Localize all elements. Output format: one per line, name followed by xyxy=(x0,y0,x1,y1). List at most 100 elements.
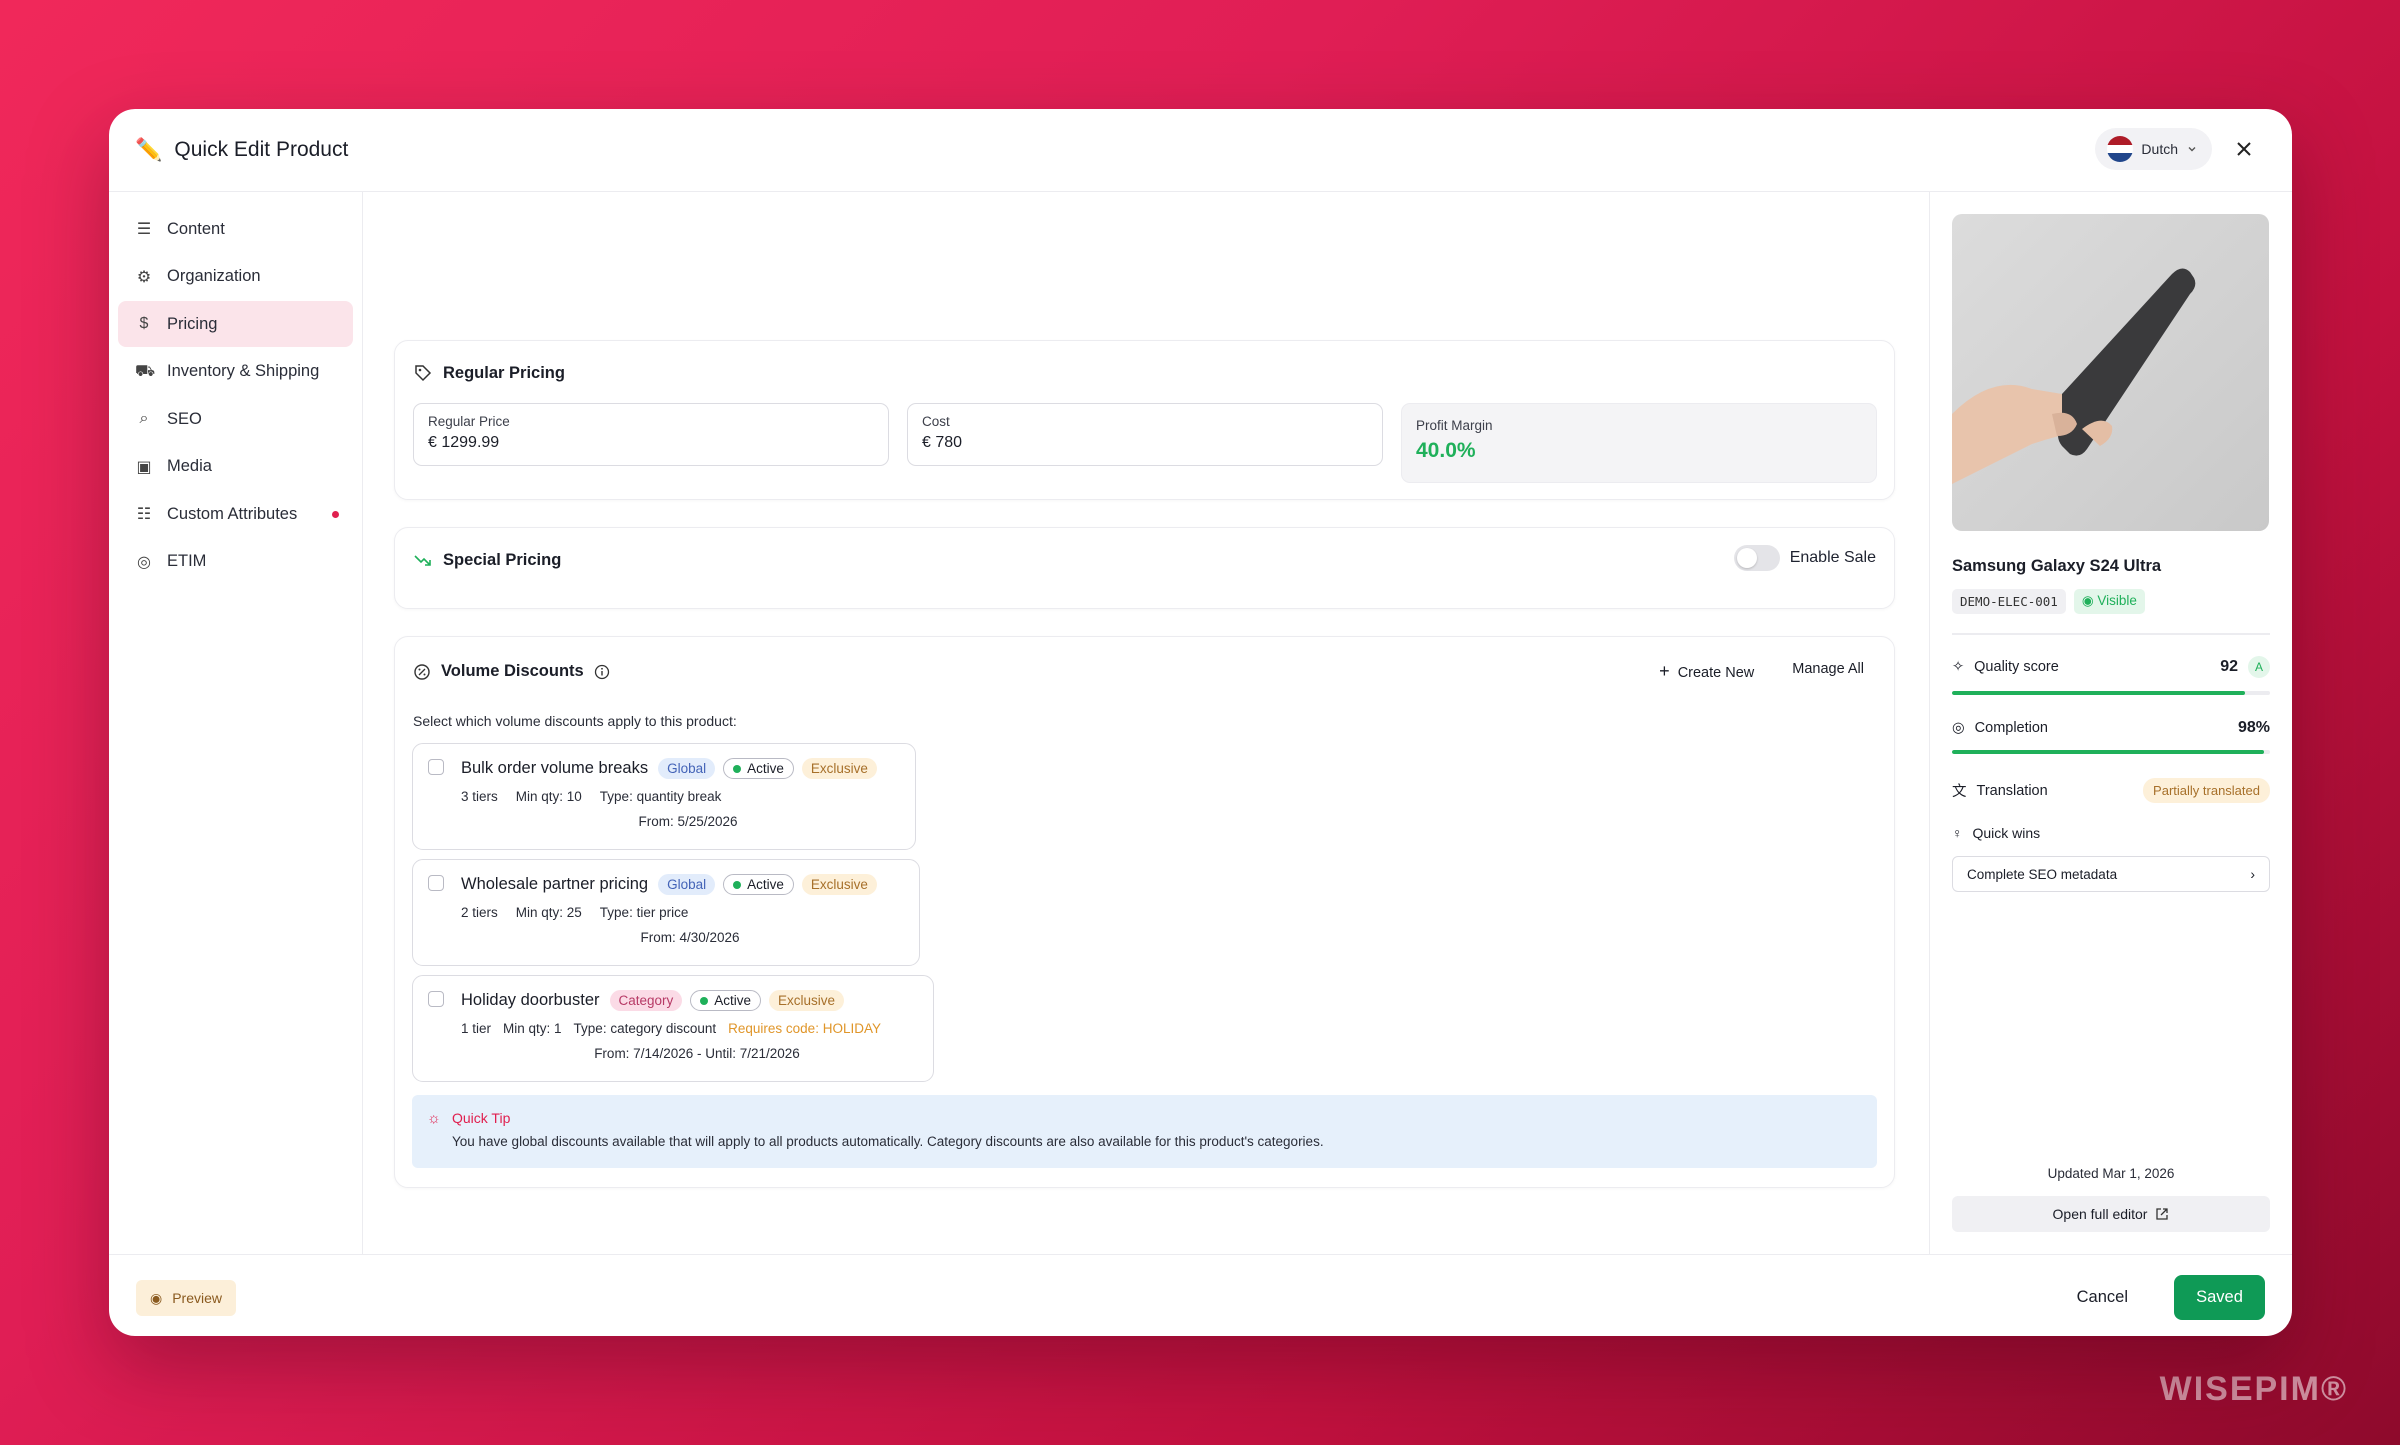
quick-tip: ☼ Quick Tip You have global discounts av… xyxy=(412,1095,1877,1168)
sidebar-item-pricing[interactable]: $ Pricing xyxy=(118,301,353,347)
quick-wins-row: ♀ Quick wins xyxy=(1952,825,2270,841)
volume-discounts-card: Volume Discounts + Create New Manage All … xyxy=(394,636,1895,1188)
scope-badge: Category xyxy=(609,990,683,1011)
sidebar-item-media[interactable]: ▣ Media xyxy=(118,444,353,490)
discount-type: Type: quantity break xyxy=(599,789,722,804)
quality-score-bar xyxy=(1952,691,2270,695)
saved-button[interactable]: Saved xyxy=(2174,1275,2265,1320)
volume-discount-actions: + Create New Manage All xyxy=(1659,661,1864,682)
discount-item[interactable]: Wholesale partner pricing Global Active … xyxy=(412,859,920,966)
attention-dot xyxy=(332,510,339,518)
enable-sale-toggle[interactable] xyxy=(1733,545,1780,571)
regular-pricing-heading: Regular Pricing xyxy=(413,363,565,383)
sidebar-item-organization[interactable]: ⚙ Organization xyxy=(118,254,353,300)
cost-field[interactable]: Cost € 780 xyxy=(907,403,1383,466)
completion-row: ◎ Completion 98% xyxy=(1952,719,2270,737)
close-icon[interactable] xyxy=(2236,139,2252,161)
language-select[interactable]: Dutch xyxy=(2095,128,2212,170)
status-badge: Active xyxy=(690,990,762,1011)
profit-margin-label: Profit Margin xyxy=(1416,418,1493,433)
special-pricing-card: Special Pricing Enable Sale xyxy=(394,527,1895,609)
chevron-down-icon xyxy=(2188,147,2196,152)
status-badge: Active xyxy=(723,758,794,779)
translate-icon: 文 xyxy=(1952,784,1967,800)
product-sku: DEMO-ELEC-001 xyxy=(1952,589,2066,614)
sidebar-item-etim[interactable]: ◎ ETIM xyxy=(118,539,353,585)
sidebar-item-label: Organization xyxy=(167,267,261,285)
volume-discounts-title: Volume Discounts xyxy=(441,662,584,680)
visibility-badge: ◉ Visible xyxy=(2073,589,2145,614)
quick-tip-text: You have global discounts available that… xyxy=(452,1134,1324,1149)
truck-icon: ⛟ xyxy=(135,362,156,380)
modal-title: ✏️ Quick Edit Product xyxy=(135,137,348,163)
discount-dates: From: 4/30/2026 xyxy=(640,930,740,945)
sidebar-item-seo[interactable]: ⌕ SEO xyxy=(118,396,353,442)
quality-score-label: Quality score xyxy=(1974,659,2059,675)
discount-item[interactable]: Holiday doorbuster Category Active Exclu… xyxy=(412,975,934,1082)
dollar-icon: $ xyxy=(139,315,149,332)
create-new-button[interactable]: + Create New xyxy=(1659,661,1754,682)
discount-name: Holiday doorbuster xyxy=(461,991,600,1009)
updated-date: Updated Mar 1, 2026 xyxy=(2047,1166,2175,1181)
modal-footer: ◉ Preview Cancel Saved xyxy=(109,1254,2292,1336)
discount-tiers: 2 tiers xyxy=(461,905,498,920)
quality-score-value: 92 xyxy=(2220,658,2238,675)
volume-discounts-heading: Volume Discounts xyxy=(413,662,610,681)
translation-status-badge: Partially translated xyxy=(2143,778,2270,803)
quick-edit-modal: ✏️ Quick Edit Product Dutch ☰ Content ⚙ … xyxy=(109,109,2292,1336)
preview-button[interactable]: ◉ Preview xyxy=(136,1280,237,1316)
profit-margin-box: Profit Margin 40.0% xyxy=(1401,403,1877,483)
mode-badge: Exclusive xyxy=(801,874,877,895)
discount-tiers: 3 tiers xyxy=(461,789,498,804)
gear-icon: ⚙ xyxy=(136,268,152,286)
discount-dates: From: 5/25/2026 xyxy=(638,814,738,829)
sparkle-icon: ✧ xyxy=(1952,659,1965,675)
sidebar-item-custom-attributes[interactable]: ☷ Custom Attributes xyxy=(118,491,353,537)
discount-min-qty: Min qty: 10 xyxy=(515,789,582,804)
discount-dates: From: 7/14/2026 - Until: 7/21/2026 xyxy=(594,1046,800,1061)
discount-item[interactable]: Bulk order volume breaks Global Active E… xyxy=(412,743,916,850)
quick-wins-label: Quick wins xyxy=(1972,825,2041,841)
lines-icon: ☰ xyxy=(136,221,152,238)
discount-tiers: 1 tier xyxy=(461,1021,492,1036)
discount-checkbox[interactable] xyxy=(428,875,444,891)
sidebar-item-inventory-shipping[interactable]: ⛟ Inventory & Shipping xyxy=(118,349,353,395)
sidebar-item-label: SEO xyxy=(167,409,202,428)
manage-all-button[interactable]: Manage All xyxy=(1792,661,1864,682)
discount-name: Bulk order volume breaks xyxy=(461,759,649,777)
lightbulb-icon: ♀ xyxy=(1952,825,1963,841)
special-pricing-title: Special Pricing xyxy=(443,550,562,569)
discount-checkbox[interactable] xyxy=(428,991,444,1007)
status-badge: Active xyxy=(723,874,794,895)
enable-sale-label: Enable Sale xyxy=(1789,549,1876,566)
image-icon: ▣ xyxy=(136,458,152,476)
sidebar-item-label: Media xyxy=(167,457,212,475)
open-full-editor-label: Open full editor xyxy=(2052,1206,2148,1222)
sidebar-item-content[interactable]: ☰ Content xyxy=(118,206,353,252)
info-icon[interactable] xyxy=(594,664,610,680)
product-name: Samsung Galaxy S24 Ultra xyxy=(1952,557,2162,575)
create-new-label: Create New xyxy=(1677,665,1755,681)
lightbulb-icon: ☼ xyxy=(427,1110,441,1127)
divider xyxy=(1952,633,2270,635)
cancel-button[interactable]: Cancel xyxy=(2077,1288,2128,1307)
translation-row: 文 Translation Partially translated xyxy=(1952,778,2270,803)
discount-min-qty: Min qty: 25 xyxy=(515,905,582,920)
mode-badge: Exclusive xyxy=(769,990,845,1011)
regular-price-field[interactable]: Regular Price € 1299.99 xyxy=(413,403,889,466)
modal-header: ✏️ Quick Edit Product Dutch xyxy=(109,109,2292,192)
discount-checkbox[interactable] xyxy=(428,759,444,775)
sidebar-item-label: ETIM xyxy=(167,552,207,570)
completion-bar xyxy=(1952,750,2270,754)
scope-badge: Global xyxy=(658,874,716,895)
open-full-editor-button[interactable]: Open full editor xyxy=(1952,1196,2270,1232)
visibility-label: Visible xyxy=(2097,593,2137,608)
product-image xyxy=(1952,214,2269,531)
regular-pricing-card: Regular Pricing Regular Price € 1299.99 … xyxy=(394,340,1895,500)
sidebar-item-label: Inventory & Shipping xyxy=(167,362,320,380)
sidebar-item-label: Pricing xyxy=(167,314,218,333)
quick-win-seo-button[interactable]: Complete SEO metadata › xyxy=(1952,856,2270,892)
check-circle-icon: ◎ xyxy=(137,553,151,571)
main-content: Regular Pricing Regular Price € 1299.99 … xyxy=(363,192,2037,1254)
quality-score-bar-fill xyxy=(1952,691,2245,695)
